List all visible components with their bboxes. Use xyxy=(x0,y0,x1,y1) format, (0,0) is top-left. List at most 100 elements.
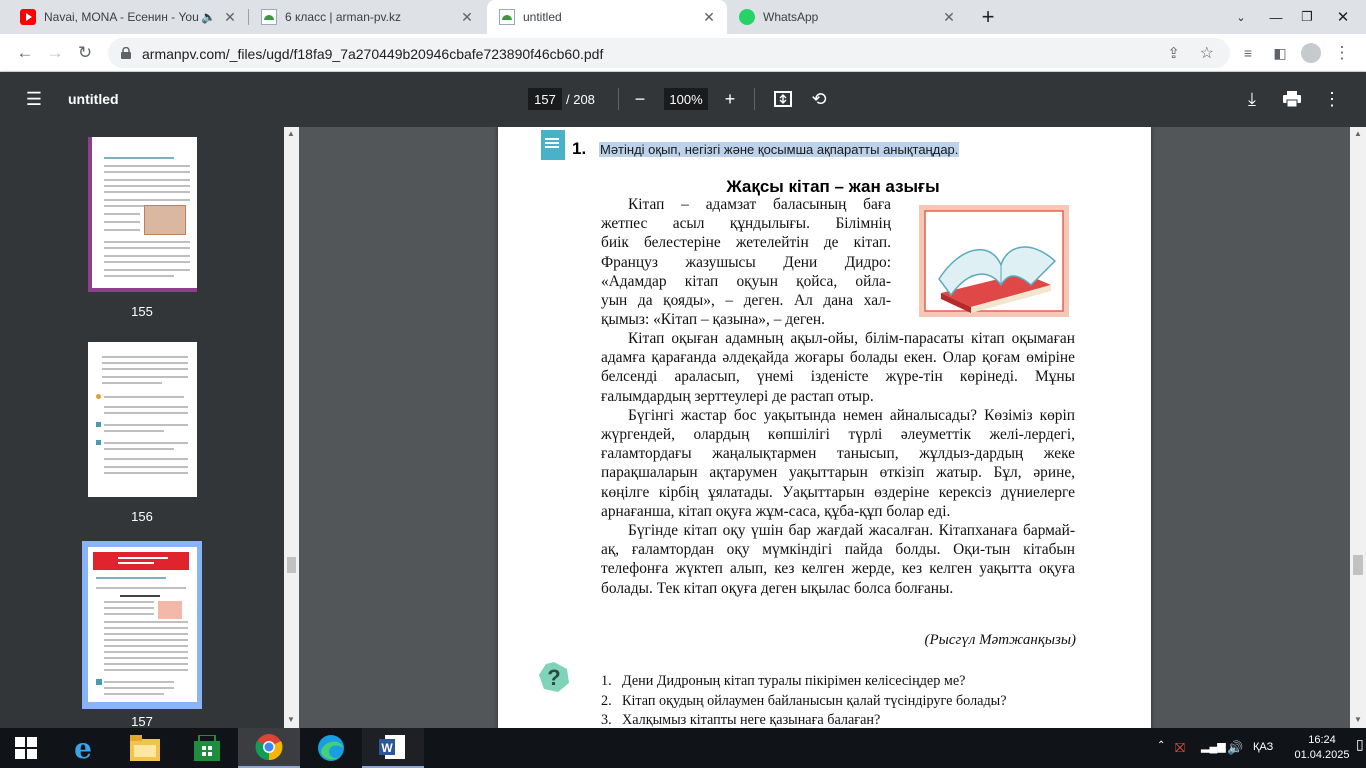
close-tab-icon[interactable]: ✕ xyxy=(941,9,957,25)
question-item: 1. Дени Дидроның кітап туралы пікірімен … xyxy=(601,672,1007,692)
store-icon[interactable] xyxy=(176,728,238,768)
address-bar[interactable]: armanpv.com/_files/ugd/f18fa9_7a270449b2… xyxy=(108,38,1230,68)
task-number: 1. xyxy=(572,139,587,158)
network-error-icon[interactable]: ⛝ xyxy=(1175,740,1185,756)
edge-icon[interactable] xyxy=(300,728,362,768)
pdf-toolbar: ☰ untitled 157 / 208 − 100% + ⟲ ⤓ ⋮ xyxy=(0,72,1366,127)
word-icon[interactable]: W xyxy=(362,728,424,768)
sidebar-scrollbar[interactable]: ▲ ▼ xyxy=(284,127,299,728)
page-thumbnail[interactable] xyxy=(88,137,197,292)
profile-avatar[interactable] xyxy=(1297,39,1325,67)
side-panel-icon[interactable]: ◧ xyxy=(1266,39,1294,67)
audio-playing-icon: 🔈 xyxy=(201,10,216,24)
sidebar-scroll-thumb[interactable] xyxy=(287,557,296,573)
paragraph: Бүгінгі жастар бос уақытында немен айнал… xyxy=(601,406,1075,520)
article-title: Жақсы кітап – жан азығы xyxy=(726,177,940,196)
text-line: Кітап – адамзат баласының баға xyxy=(628,196,891,213)
toolbar-divider xyxy=(754,88,755,110)
windows-logo-icon xyxy=(15,737,37,759)
tab-whatsapp[interactable]: WhatsApp ✕ xyxy=(727,0,967,34)
svg-text:?: ? xyxy=(547,665,560,690)
show-hidden-icons[interactable]: ⌃ xyxy=(1157,740,1165,751)
article-author: (Рысгүл Мәтжанқызы) xyxy=(924,632,1076,648)
bookmark-star-icon[interactable]: ☆ xyxy=(1200,43,1214,63)
share-icon[interactable]: ⇪ xyxy=(1167,44,1180,62)
tab-title: untitled xyxy=(523,10,562,24)
first-paragraph: Кітап – адамзат баласының баға жетпес ас… xyxy=(601,195,891,329)
download-icon[interactable]: ⤓ xyxy=(1239,86,1265,112)
zoom-out-icon[interactable]: − xyxy=(627,86,653,112)
tab-untitled[interactable]: untitled ✕ xyxy=(487,0,727,34)
task-icon xyxy=(541,130,565,160)
zoom-in-icon[interactable]: + xyxy=(717,86,743,112)
url-text: armanpv.com/_files/ugd/f18fa9_7a270449b2… xyxy=(142,46,604,62)
back-icon[interactable]: ← xyxy=(11,39,39,67)
print-icon[interactable] xyxy=(1279,86,1305,112)
text-line: қымыз: «Кітап – қазына», – деген. xyxy=(601,311,825,329)
new-tab-button[interactable]: + xyxy=(972,0,1004,34)
fit-to-page-icon[interactable] xyxy=(770,86,796,112)
pdf-title: untitled xyxy=(68,91,119,107)
question-number: 3. xyxy=(601,712,612,728)
language-indicator[interactable]: ҚАЗ xyxy=(1253,741,1273,753)
volume-icon[interactable]: 🔊 xyxy=(1227,740,1243,756)
question-item: 3. Халқымыз кітапты неге қазынаға балаға… xyxy=(601,711,1007,728)
ie-icon[interactable]: e xyxy=(52,728,114,768)
page-number-input[interactable]: 157 xyxy=(528,88,562,110)
browser-tab-strip: Navai, MONA - Есенин - You 🔈 ✕ 6 класс |… xyxy=(0,0,1366,34)
start-button[interactable] xyxy=(0,728,52,768)
question-text: Кітап оқудың ойлаумен байланысын қалай т… xyxy=(622,692,1007,709)
question-icon: ? xyxy=(539,662,569,692)
question-item: 2. Кітап оқудың ойлаумен байланысын қала… xyxy=(601,692,1007,712)
chrome-icon[interactable] xyxy=(238,728,300,768)
viewer-scroll-thumb[interactable] xyxy=(1353,555,1363,575)
article-body: Кітап оқыған адамның ақыл-ойы, білім-пар… xyxy=(601,329,1075,598)
page-thumbnail[interactable] xyxy=(88,342,197,497)
tab-title: Navai, MONA - Есенин - You xyxy=(44,10,199,24)
page-thumbnail-current[interactable] xyxy=(88,547,197,702)
thumbnail-page-number: 157 xyxy=(131,714,153,728)
text-line: «Адамдар кітап оқуын қойса, ойла- xyxy=(601,272,891,290)
paragraph: Кітап оқыған адамның ақыл-ойы, білім-пар… xyxy=(601,330,1075,405)
text-line: биік белестеріне жетелейтін де кітап. xyxy=(601,234,891,252)
menu-icon[interactable]: ☰ xyxy=(21,86,47,112)
clock-date: 01.04.2025 xyxy=(1294,749,1350,761)
arman-icon xyxy=(261,9,277,25)
zoom-input[interactable]: 100% xyxy=(664,88,708,110)
file-explorer-icon[interactable] xyxy=(114,728,176,768)
tab-arman[interactable]: 6 класс | arman-pv.kz ✕ xyxy=(249,0,485,34)
text-line: жетпес асыл құндылығы. Білімнің xyxy=(601,215,891,233)
close-tab-icon[interactable]: ✕ xyxy=(459,9,475,25)
tab-search-icon[interactable]: ⌄ xyxy=(1224,0,1258,34)
browser-toolbar: ← → ↻ armanpv.com/_files/ugd/f18fa9_7a27… xyxy=(0,34,1366,72)
more-options-icon[interactable]: ⋮ xyxy=(1319,86,1345,112)
chrome-menu-icon[interactable]: ⋮ xyxy=(1328,39,1356,67)
reload-icon[interactable]: ↻ xyxy=(71,39,99,67)
close-tab-icon[interactable]: ✕ xyxy=(701,9,717,25)
thumbnail-page-number: 155 xyxy=(131,304,153,319)
question-list: 1. Дени Дидроның кітап туралы пікірімен … xyxy=(601,672,1007,728)
signal-icon[interactable]: ▂▄▆ xyxy=(1201,740,1226,753)
rotate-icon[interactable]: ⟲ xyxy=(806,86,832,112)
svg-text:W: W xyxy=(381,741,393,755)
pdf-page: 1. Мәтінді оқып, негізгі және қосымша ақ… xyxy=(498,127,1151,728)
tab-title: 6 класс | arman-pv.kz xyxy=(285,10,401,24)
question-number: 1. xyxy=(601,673,612,689)
close-window-button[interactable]: ✕ xyxy=(1320,0,1366,34)
tab-title: WhatsApp xyxy=(763,10,819,24)
viewer-scrollbar[interactable]: ▲ ▼ xyxy=(1350,127,1366,728)
pdf-viewer: 1. Мәтінді оқып, негізгі және қосымша ақ… xyxy=(299,127,1350,728)
notifications-icon[interactable]: ▯ xyxy=(1356,736,1364,753)
toolbar-divider xyxy=(618,88,619,110)
lock-icon xyxy=(121,47,131,59)
thumbnail-sidebar: 155 156 157 xyxy=(0,127,284,728)
task-instruction: Мәтінді оқып, негізгі және қосымша ақпар… xyxy=(599,142,960,157)
forward-icon[interactable]: → xyxy=(41,39,69,67)
youtube-icon xyxy=(20,9,36,25)
system-clock[interactable]: 16:24 01.04.2025 xyxy=(1292,733,1352,763)
close-tab-icon[interactable]: ✕ xyxy=(222,9,238,25)
tab-youtube[interactable]: Navai, MONA - Есенин - You 🔈 ✕ xyxy=(8,0,248,34)
paragraph: Бүгінде кітап оқу үшін бар жағдай жасалғ… xyxy=(601,522,1075,597)
windows-taskbar: e W ⌃ ⛝ ▂▄▆ 🔊 ҚАЗ 16:24 01.04.2025 ▯ xyxy=(0,728,1366,768)
media-control-icon[interactable]: ≡ xyxy=(1234,39,1262,67)
